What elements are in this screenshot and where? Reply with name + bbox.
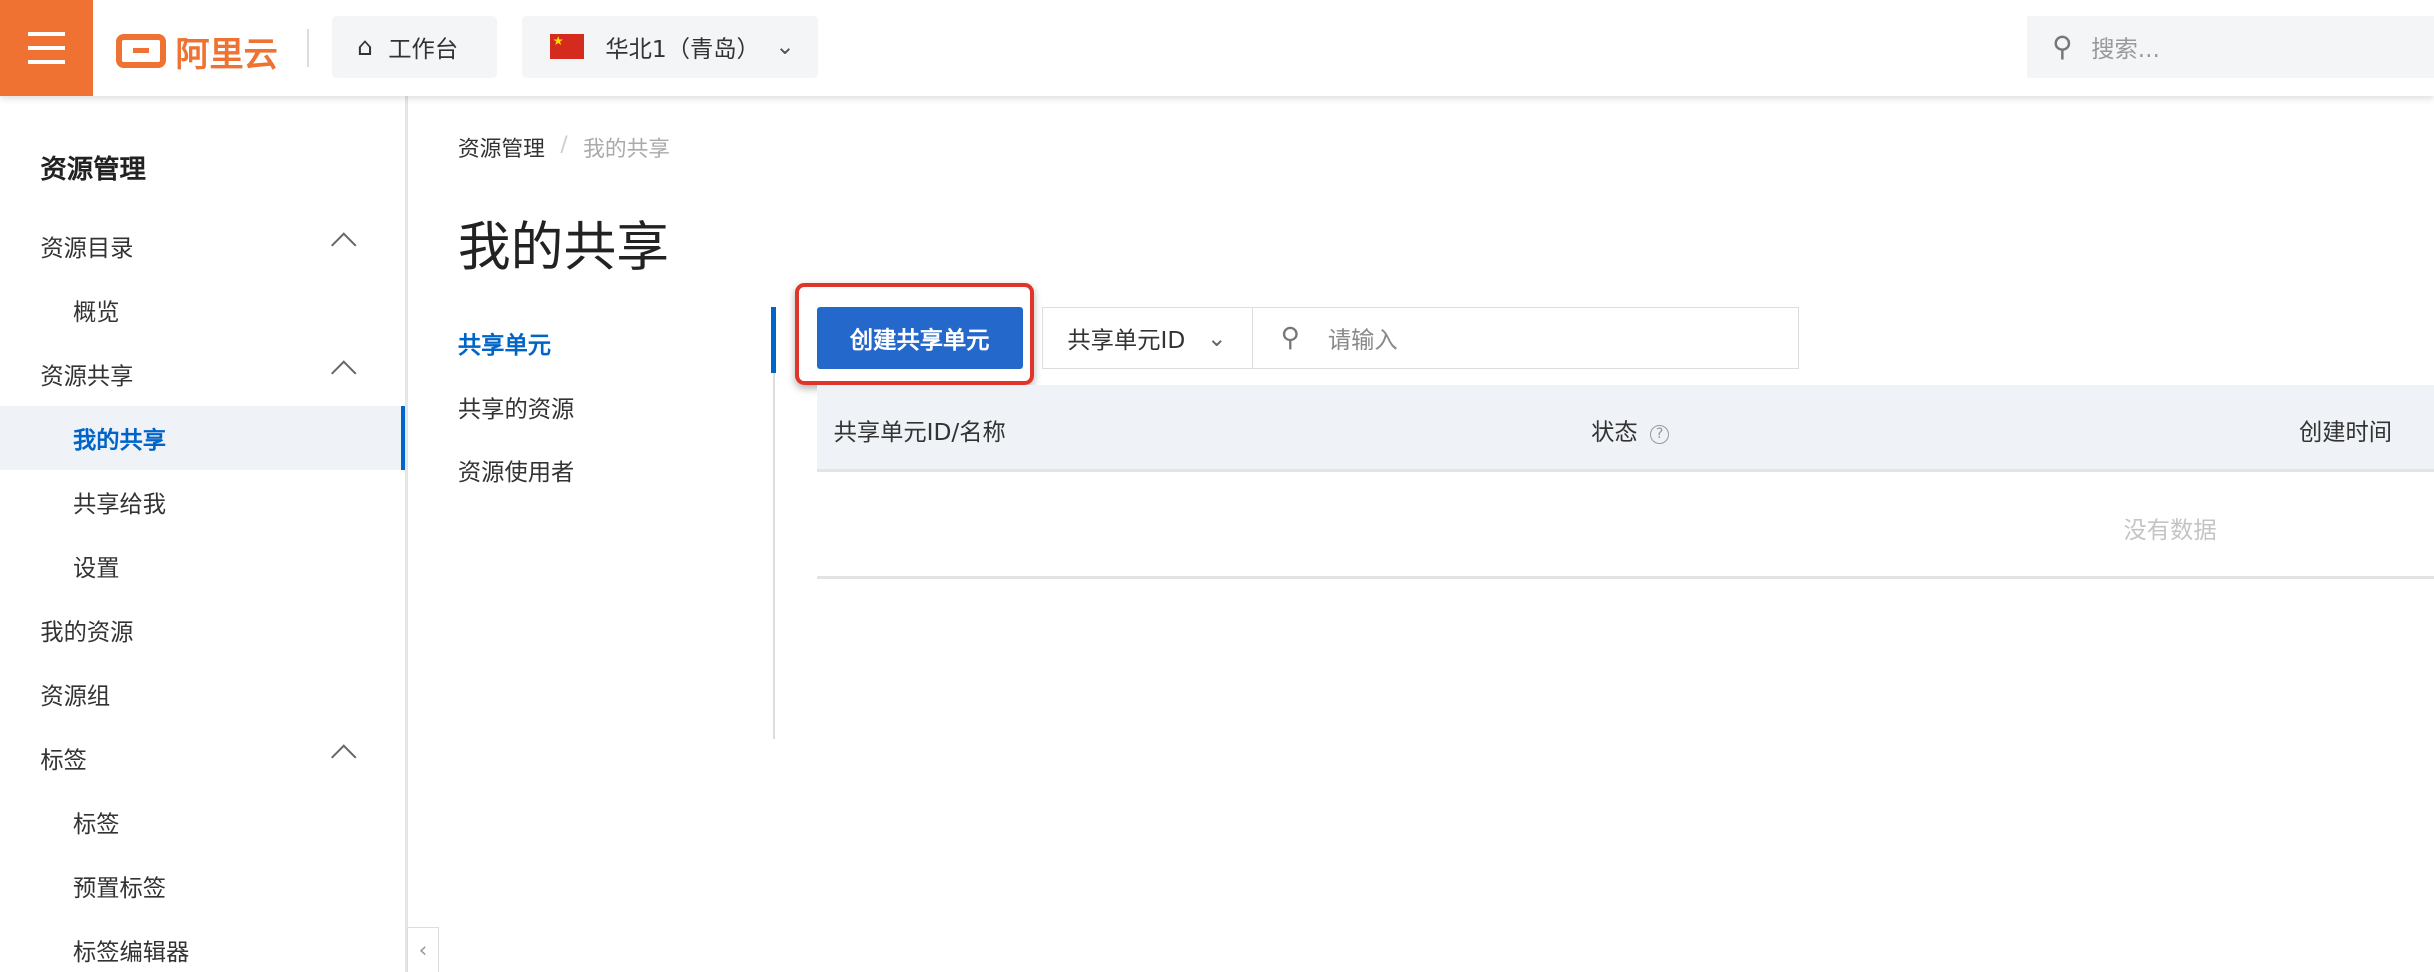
create-share-unit-button[interactable]: 创建共享单元 [816,307,1023,370]
sidebar-item[interactable]: 资源共享 [0,342,405,406]
sidebar-item[interactable]: 资源组 [0,662,405,726]
sidebar-item-label: 标签 [72,810,120,838]
search-input[interactable]: ⚲ 请输入 [1252,307,1800,370]
sidebar-item-label: 预置标签 [72,874,167,902]
sidebar-item-label: 我的共享 [72,426,167,454]
breadcrumb: 资源管理 / 我的共享 [458,132,670,163]
chevron-left-icon: ‹ [418,937,428,963]
sidebar-item-label: 资源目录 [40,235,134,263]
table-bottom-border [816,575,2434,579]
top-navbar: 阿里云 ⌂ 工作台 华北1（青岛） ⌄ ⚲ 搜索... [0,0,2434,97]
column-header-created-time: 创建时间 [2299,418,2393,446]
breadcrumb-item[interactable]: 资源管理 [458,132,545,163]
empty-state-text: 没有数据 [2123,516,2217,544]
breadcrumb-separator: / [560,131,568,157]
tab-resource-users[interactable]: 资源使用者 [458,453,574,487]
tab-shared-resources[interactable]: 共享的资源 [458,390,574,424]
page-title: 我的共享 [457,216,669,278]
collapse-sidebar-button[interactable]: ‹ [406,926,440,972]
sidebar-item[interactable]: 标签编辑器 [0,918,405,972]
table-header: 共享单元ID/名称 状态? 创建时间 [816,384,2434,472]
sidebar-title: 资源管理 [40,155,146,186]
tab-share-units[interactable]: 共享单元 [458,326,551,360]
sidebar-item[interactable]: 资源目录 [0,214,405,278]
filter-select-value: 共享单元ID [1067,327,1186,355]
filter-field-select[interactable]: 共享单元ID ⌄ [1041,307,1253,370]
sidebar-item-label: 标签 [40,746,87,774]
chevron-up-icon[interactable] [331,232,357,258]
chevron-up-icon[interactable] [331,743,357,769]
logo-mark-icon [116,34,167,69]
search-icon: ⚲ [1280,323,1300,354]
menu-icon[interactable] [0,0,94,97]
china-flag-icon [549,33,584,59]
column-header-id-name: 共享单元ID/名称 [833,418,1006,446]
workbench-label: 工作台 [388,35,459,63]
sidebar-item-label: 我的资源 [40,618,134,646]
help-icon[interactable]: ? [1650,425,1670,445]
chevron-down-icon: ⌄ [775,33,795,61]
sidebar-item-label: 设置 [72,554,120,582]
sidebar-item-label: 资源组 [40,682,111,710]
aliyun-logo[interactable]: 阿里云 [116,26,278,76]
search-placeholder: 搜索... [2091,35,2160,63]
column-header-status: 状态 [1591,418,1638,446]
breadcrumb-current: 我的共享 [583,136,671,162]
chevron-down-icon: ⌄ [1206,324,1227,352]
region-label: 华北1（青岛） [605,35,760,63]
sidebar-item-label: 共享给我 [72,490,167,518]
sidebar-item[interactable]: 预置标签 [0,854,405,918]
sidebar-item-label: 标签编辑器 [72,938,190,966]
sidebar-item[interactable]: 我的共享 [0,406,406,470]
sidebar-item[interactable]: 设置 [0,534,405,598]
global-search-input[interactable]: ⚲ 搜索... [2027,15,2434,78]
sidebar-item[interactable]: 共享给我 [0,470,405,534]
sidebar-item-label: 概览 [72,298,120,326]
sidebar-item-label: 资源共享 [40,362,134,390]
home-icon: ⌂ [357,32,373,62]
divider [307,29,309,67]
logo-text: 阿里云 [175,35,278,76]
sidebar-item[interactable]: 标签 [0,790,405,854]
sidebar-item[interactable]: 标签 [0,726,405,790]
sidebar-item[interactable]: 我的资源 [0,598,405,662]
search-icon: ⚲ [2052,30,2073,64]
region-selector[interactable]: 华北1（青岛） ⌄ [521,15,819,78]
chevron-up-icon[interactable] [331,360,357,385]
sidebar-item[interactable]: 概览 [0,278,405,342]
subnav-active-indicator [771,307,777,373]
workbench-button[interactable]: ⌂ 工作台 [332,15,497,78]
search-placeholder: 请输入 [1327,327,1398,355]
